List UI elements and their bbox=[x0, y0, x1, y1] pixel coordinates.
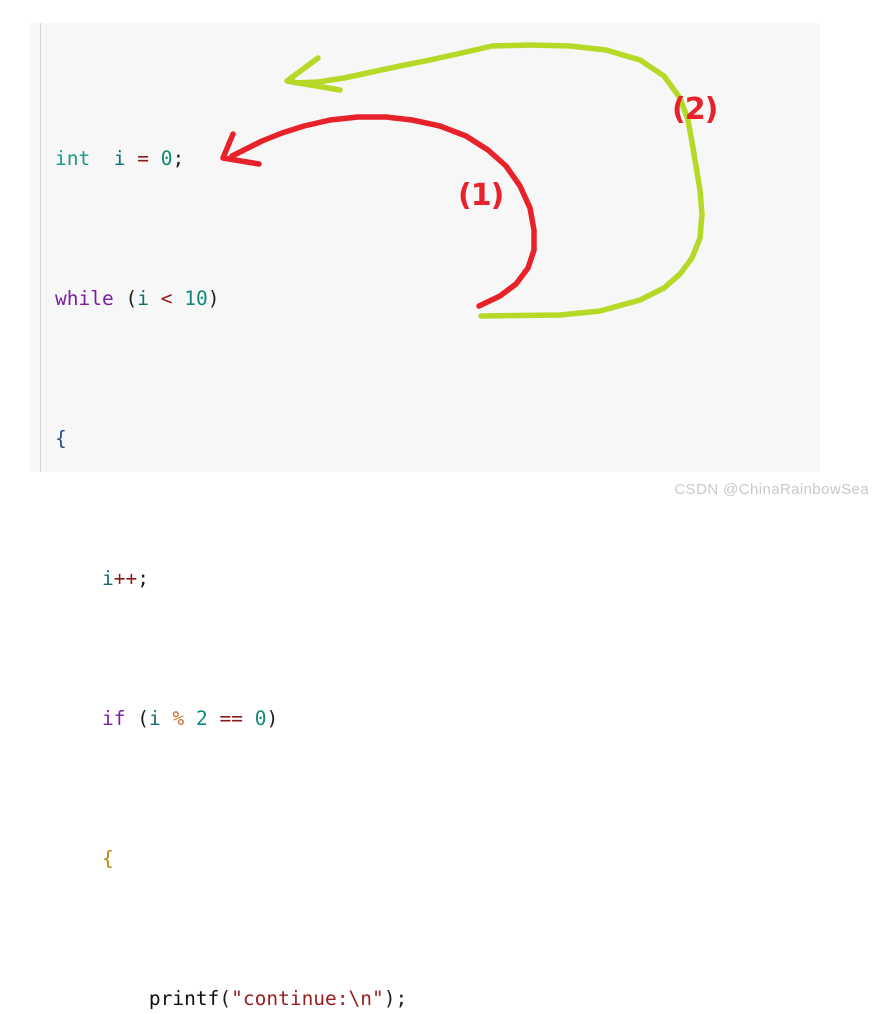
code-line-7: printf("continue:\n"); bbox=[55, 981, 795, 1014]
token-ident-i: i bbox=[137, 287, 149, 310]
code-line-2: while (i < 10) bbox=[55, 281, 795, 316]
editor-gutter-divider bbox=[40, 23, 41, 472]
code-line-4: i++; bbox=[55, 561, 795, 596]
token-semicolon: ; bbox=[137, 567, 149, 590]
token-number-two: 2 bbox=[195, 707, 208, 730]
token-rparen: ) bbox=[383, 987, 396, 1010]
token-number-ten: 10 bbox=[184, 287, 208, 310]
token-open-brace: { bbox=[101, 847, 114, 870]
token-ident-i: i bbox=[101, 567, 114, 590]
token-ident-i: i bbox=[148, 707, 161, 730]
token-less-than: < bbox=[160, 287, 173, 310]
code-line-1: int i = 0; bbox=[55, 141, 795, 176]
code-line-5: if (i % 2 == 0) bbox=[55, 701, 795, 736]
token-keyword-if: if bbox=[101, 707, 126, 730]
token-number-zero: 0 bbox=[160, 147, 173, 170]
code-block[interactable]: int i = 0; while (i < 10) { i++; if (i %… bbox=[55, 36, 795, 1014]
annotation-label-2: (2) bbox=[672, 92, 718, 127]
csdn-watermark: CSDN @ChinaRainbowSea bbox=[674, 481, 869, 498]
screenshot-root: int i = 0; while (i < 10) { i++; if (i %… bbox=[0, 0, 883, 1010]
token-modulo: % bbox=[172, 707, 185, 730]
token-lparen: ( bbox=[219, 987, 232, 1010]
token-semicolon: ; bbox=[395, 987, 408, 1010]
token-lparen: ( bbox=[125, 287, 138, 310]
token-number-zero: 0 bbox=[254, 707, 267, 730]
token-open-brace: { bbox=[55, 427, 67, 450]
token-type-int: int bbox=[55, 147, 91, 170]
code-line-6: { bbox=[55, 841, 795, 876]
code-line-3: { bbox=[55, 421, 795, 456]
token-rparen: ) bbox=[207, 287, 220, 310]
token-equality: == bbox=[219, 707, 243, 730]
token-increment: ++ bbox=[113, 567, 138, 590]
token-string-literal: "continue:\n" bbox=[231, 987, 384, 1010]
token-keyword-while: while bbox=[55, 287, 114, 310]
token-assign: = bbox=[137, 147, 149, 170]
token-ident-i: i bbox=[113, 147, 126, 170]
token-semicolon: ; bbox=[172, 147, 185, 170]
annotation-label-1: (1) bbox=[458, 178, 504, 213]
token-lparen: ( bbox=[137, 707, 149, 730]
token-function-printf: printf bbox=[148, 987, 220, 1010]
token-rparen: ) bbox=[266, 707, 279, 730]
